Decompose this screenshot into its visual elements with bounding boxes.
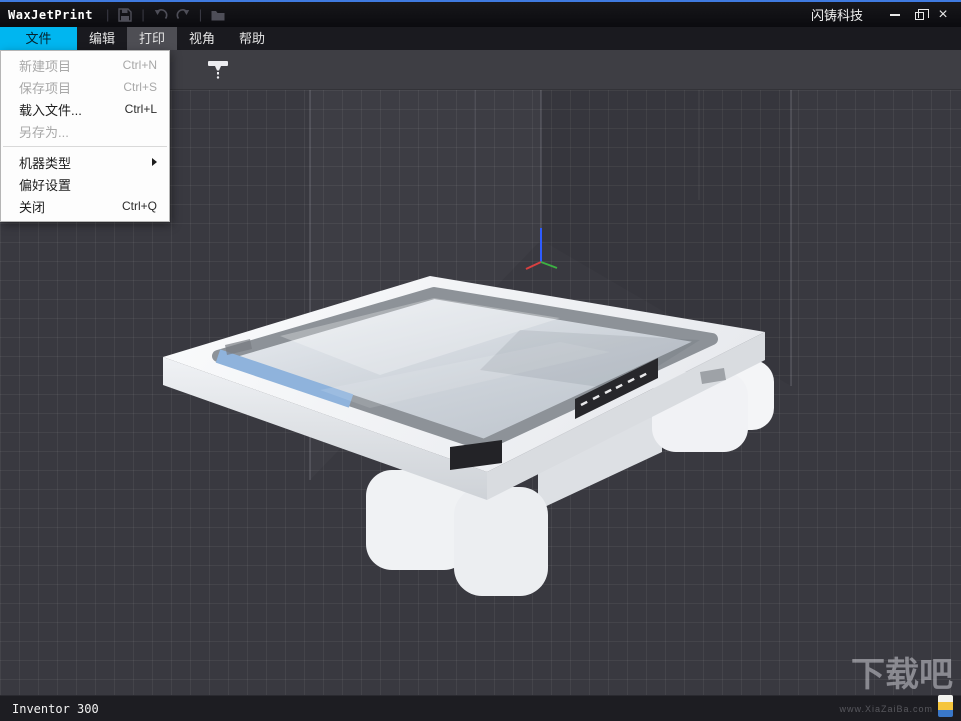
print-head-tool-button[interactable] xyxy=(202,55,234,85)
titlebar: WaxJetPrint | | | 闪铸科技 × xyxy=(0,0,961,27)
titlebar-separator: | xyxy=(141,7,145,22)
menu-print[interactable]: 打印 xyxy=(127,27,177,50)
titlebar-separator: | xyxy=(105,7,110,22)
build-platform-model xyxy=(163,276,774,596)
open-folder-icon[interactable] xyxy=(207,6,229,24)
menu-item-shortcut: Ctrl+N xyxy=(122,58,157,72)
menu-item-shortcut: Ctrl+Q xyxy=(121,199,157,213)
file-menu-item-close[interactable]: 关闭 Ctrl+Q xyxy=(1,195,169,217)
minimize-button[interactable] xyxy=(883,5,907,25)
submenu-arrow-icon xyxy=(152,158,157,166)
brand-label: 闪铸科技 xyxy=(810,8,863,23)
minimize-icon xyxy=(890,13,900,16)
menu-item-label: 载入文件... xyxy=(19,102,82,118)
close-button[interactable]: × xyxy=(931,5,955,25)
redo-icon[interactable] xyxy=(172,6,194,24)
menu-item-shortcut: Ctrl+L xyxy=(124,102,157,116)
menu-file[interactable]: 文件 xyxy=(0,27,77,50)
file-menu-item-save-project[interactable]: 保存项目 Ctrl+S xyxy=(1,76,169,98)
titlebar-separator: | xyxy=(198,7,203,22)
application-window: WaxJetPrint | | | 闪铸科技 × 文件 编辑 打印 视角 帮助 … xyxy=(0,0,961,721)
menu-item-label: 新建项目 xyxy=(19,58,72,74)
menu-edit[interactable]: 编辑 xyxy=(77,27,127,50)
app-title: WaxJetPrint xyxy=(8,7,93,22)
menu-view[interactable]: 视角 xyxy=(177,27,227,50)
save-icon[interactable] xyxy=(114,6,136,24)
printer-icon xyxy=(208,61,228,79)
file-menu-item-save-as[interactable]: 另存为... xyxy=(1,120,169,142)
file-menu-item-machine-type[interactable]: 机器类型 xyxy=(1,151,169,173)
statusbar: Inventor 300 xyxy=(0,695,961,721)
menubar: 文件 编辑 打印 视角 帮助 xyxy=(0,27,961,50)
file-menu-item-load-file[interactable]: 载入文件... Ctrl+L xyxy=(1,98,169,120)
file-menu-dropdown: 新建项目 Ctrl+N 保存项目 Ctrl+S 载入文件... Ctrl+L 另… xyxy=(0,50,170,222)
file-menu-item-new-project[interactable]: 新建项目 Ctrl+N xyxy=(1,54,169,76)
restore-button[interactable] xyxy=(907,5,931,25)
menu-item-shortcut: Ctrl+S xyxy=(123,80,157,94)
menu-separator xyxy=(3,146,167,147)
menu-help[interactable]: 帮助 xyxy=(227,27,277,50)
machine-name-label: Inventor 300 xyxy=(12,701,99,716)
menu-item-label: 偏好设置 xyxy=(19,177,72,193)
file-menu-item-preferences[interactable]: 偏好设置 xyxy=(1,173,169,195)
menu-item-label: 另存为... xyxy=(19,124,69,140)
close-icon: × xyxy=(938,5,948,23)
menu-item-label: 保存项目 xyxy=(19,80,72,96)
menu-item-label: 机器类型 xyxy=(19,155,72,171)
undo-icon[interactable] xyxy=(150,6,172,24)
menu-item-label: 关闭 xyxy=(19,199,46,215)
restore-icon xyxy=(914,9,929,20)
